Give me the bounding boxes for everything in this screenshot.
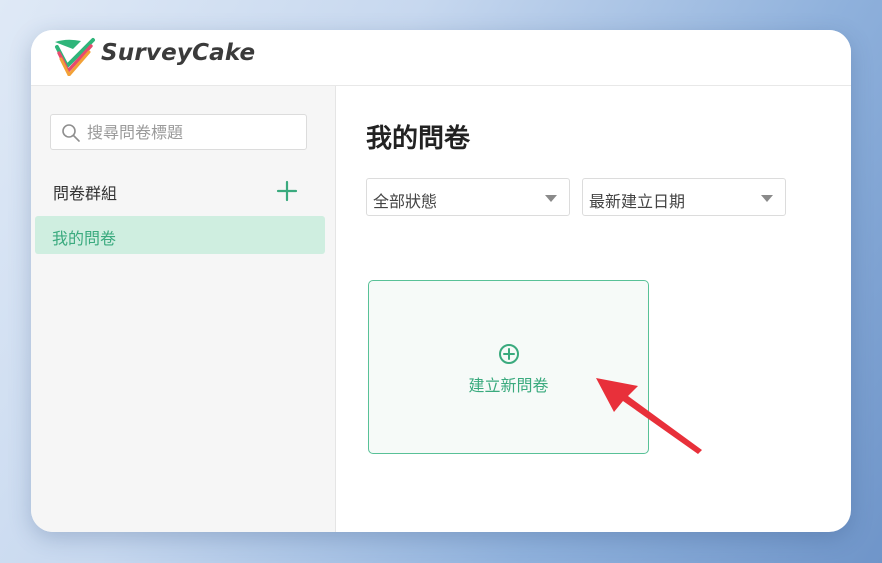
app-window: SurveyCake 問卷群組 我的問卷 我的問卷 全部狀態 最新建立 (31, 30, 851, 532)
chevron-down-icon (761, 195, 773, 202)
chevron-down-icon (545, 195, 557, 202)
search-input[interactable] (87, 115, 297, 149)
sidebar-item-my-surveys[interactable]: 我的問卷 (35, 216, 325, 254)
status-filter-value: 全部狀態 (373, 192, 438, 211)
sort-select[interactable]: 最新建立日期 (582, 178, 786, 216)
surveycake-logo-icon (55, 38, 95, 76)
page-title: 我的問卷 (366, 124, 471, 154)
app-name: SurveyCake (101, 40, 256, 66)
plus-circle-icon (499, 344, 519, 364)
sidebar: 問卷群組 我的問卷 (31, 86, 336, 532)
red-arrow-annotation (596, 378, 702, 454)
sort-value: 最新建立日期 (589, 192, 686, 211)
main-content: 我的問卷 全部狀態 最新建立日期 建立新問卷 (336, 86, 851, 532)
survey-group-label: 問卷群組 (53, 184, 118, 203)
add-group-plus-icon[interactable] (275, 179, 299, 203)
status-filter-select[interactable]: 全部狀態 (366, 178, 570, 216)
search-icon (62, 124, 80, 142)
sidebar-item-label: 我的問卷 (52, 229, 117, 248)
top-bar: SurveyCake (31, 30, 851, 86)
search-box[interactable] (50, 114, 307, 150)
